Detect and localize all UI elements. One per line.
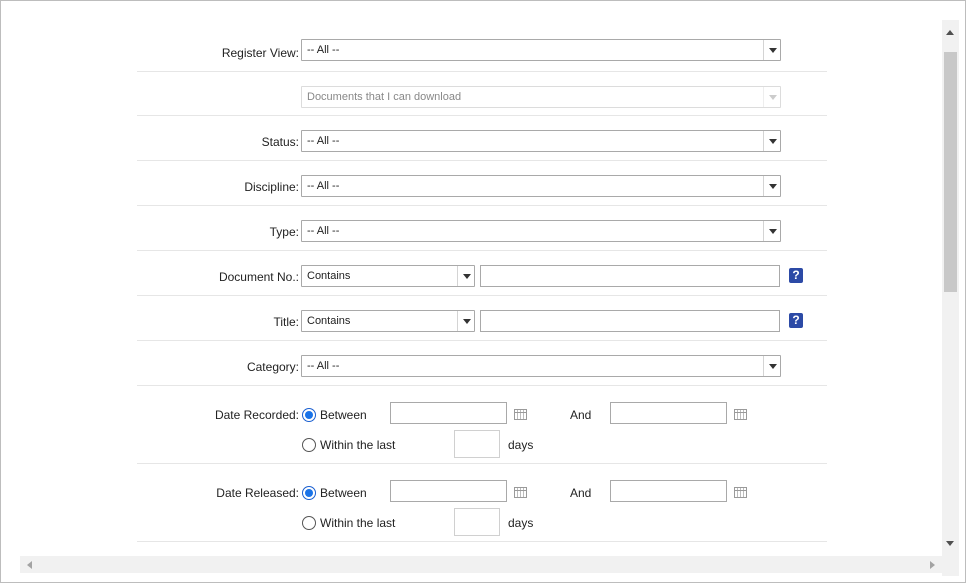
title-row: Title: Contains ? — [137, 296, 827, 341]
date-recorded-days-label: days — [508, 438, 534, 452]
category-label: Category: — [246, 360, 299, 374]
help-icon[interactable]: ? — [789, 313, 803, 328]
date-recorded-to-input[interactable] — [610, 402, 727, 424]
document-search-form: Register View: -- All -- Documents that … — [137, 28, 827, 542]
chevron-down-icon — [763, 131, 780, 151]
download-filter-value: Documents that I can download — [307, 91, 462, 103]
date-recorded-between-label: Between — [320, 408, 367, 422]
date-recorded-days-input[interactable] — [454, 430, 500, 458]
calendar-icon[interactable] — [514, 409, 527, 420]
date-recorded-label: Date Recorded: — [214, 408, 299, 422]
date-recorded-between-radio[interactable] — [302, 408, 316, 422]
download-filter-select: Documents that I can download — [301, 86, 781, 108]
calendar-icon[interactable] — [734, 487, 747, 498]
status-row: Status: -- All -- — [137, 116, 827, 161]
chevron-down-icon — [457, 266, 474, 286]
register-view-row: Register View: -- All -- — [137, 28, 827, 72]
vertical-scrollbar-thumb[interactable] — [944, 52, 957, 292]
status-value: -- All -- — [307, 135, 340, 147]
calendar-icon[interactable] — [734, 409, 747, 420]
chevron-down-icon — [763, 356, 780, 376]
status-select[interactable]: -- All -- — [301, 130, 781, 152]
category-value: -- All -- — [307, 360, 340, 372]
date-recorded-and-label: And — [570, 408, 592, 422]
chevron-down-icon — [457, 311, 474, 331]
date-recorded-within-label: Within the last — [320, 438, 396, 452]
help-icon[interactable]: ? — [789, 268, 803, 283]
chevron-down-icon — [763, 40, 780, 60]
chevron-down-icon — [763, 87, 780, 107]
type-value: -- All -- — [307, 225, 340, 237]
download-filter-row: Documents that I can download — [137, 72, 827, 116]
date-released-and-label: And — [570, 486, 592, 500]
scroll-up-arrow-icon[interactable] — [946, 30, 954, 35]
register-view-label: Register View: — [221, 46, 299, 60]
horizontal-scrollbar[interactable] — [20, 556, 942, 573]
date-recorded-row: Date Recorded: Between And Within the la… — [137, 386, 827, 464]
document-no-row: Document No.: Contains ? — [137, 251, 827, 296]
date-recorded-within-radio[interactable] — [302, 438, 316, 452]
category-row: Category: -- All -- — [137, 341, 827, 386]
discipline-row: Discipline: -- All -- — [137, 161, 827, 206]
register-view-value: -- All -- — [307, 44, 340, 56]
date-released-between-radio[interactable] — [302, 486, 316, 500]
date-released-days-input[interactable] — [454, 508, 500, 536]
chevron-down-icon — [763, 176, 780, 196]
chevron-down-icon — [763, 221, 780, 241]
date-released-from-input[interactable] — [390, 480, 507, 502]
document-no-operator-value: Contains — [307, 270, 351, 282]
document-no-operator-select[interactable]: Contains — [301, 265, 475, 287]
register-view-select[interactable]: -- All -- — [301, 39, 781, 61]
scroll-right-arrow-icon[interactable] — [930, 561, 935, 569]
scroll-left-arrow-icon[interactable] — [27, 561, 32, 569]
document-no-label: Document No.: — [218, 270, 299, 284]
discipline-select[interactable]: -- All -- — [301, 175, 781, 197]
type-label: Type: — [269, 225, 299, 239]
date-released-within-radio[interactable] — [302, 516, 316, 530]
title-label: Title: — [273, 315, 299, 329]
type-row: Type: -- All -- — [137, 206, 827, 251]
status-label: Status: — [261, 135, 299, 149]
date-released-between-label: Between — [320, 486, 367, 500]
type-select[interactable]: -- All -- — [301, 220, 781, 242]
date-released-to-input[interactable] — [610, 480, 727, 502]
date-released-within-label: Within the last — [320, 516, 396, 530]
date-released-label: Date Released: — [216, 486, 299, 500]
date-released-row: Date Released: Between And Within the la… — [137, 464, 827, 542]
title-input[interactable] — [480, 310, 780, 332]
document-no-input[interactable] — [480, 265, 780, 287]
title-operator-value: Contains — [307, 315, 351, 327]
discipline-label: Discipline: — [244, 180, 299, 194]
date-released-days-label: days — [508, 516, 534, 530]
scroll-down-arrow-icon[interactable] — [946, 541, 954, 546]
calendar-icon[interactable] — [514, 487, 527, 498]
discipline-value: -- All -- — [307, 180, 340, 192]
date-recorded-from-input[interactable] — [390, 402, 507, 424]
category-select[interactable]: -- All -- — [301, 355, 781, 377]
title-operator-select[interactable]: Contains — [301, 310, 475, 332]
